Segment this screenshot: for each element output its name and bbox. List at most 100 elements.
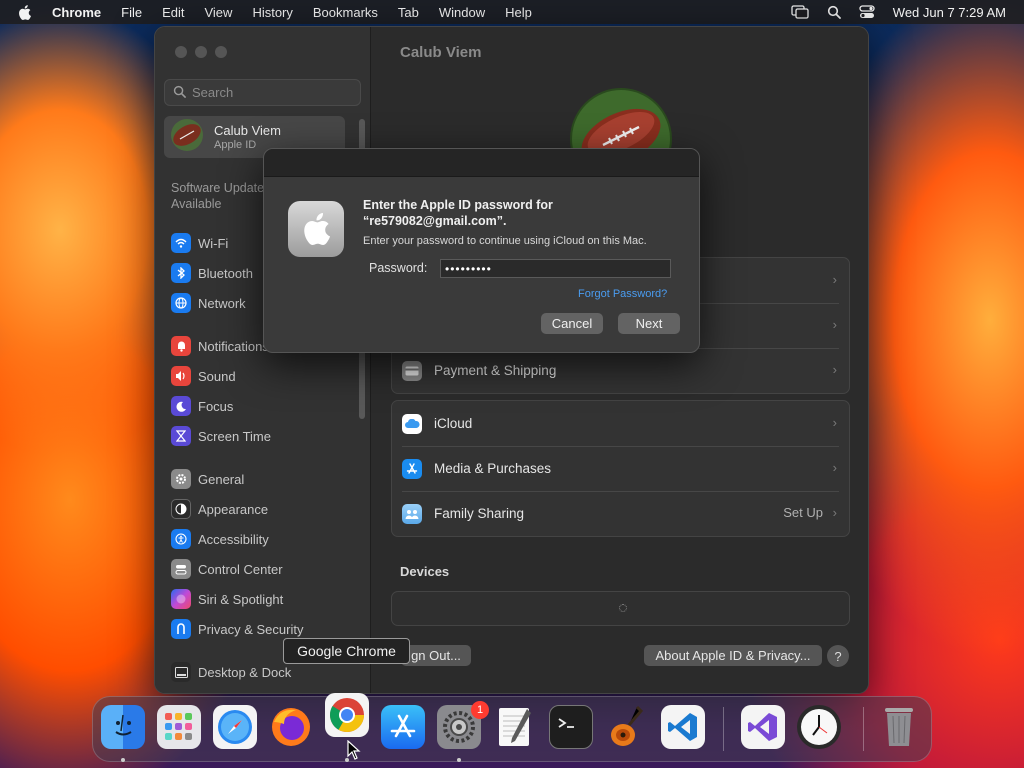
- dock-app-store-icon[interactable]: [381, 705, 425, 749]
- menu-view[interactable]: View: [204, 5, 232, 20]
- dock-launchpad-icon[interactable]: [157, 705, 201, 749]
- cancel-button[interactable]: Cancel: [541, 313, 603, 334]
- sidebar-item-label: General: [198, 471, 245, 487]
- sidebar-item-siri-spotlight[interactable]: Siri & Spotlight: [171, 589, 283, 609]
- zoom-window-button[interactable]: [215, 46, 227, 58]
- sidebar-item-label: Appearance: [198, 501, 269, 517]
- window-controls: [175, 46, 227, 58]
- media-purchases-row[interactable]: Media & Purchases ›: [392, 446, 849, 491]
- dock: 1: [92, 693, 932, 762]
- avatar: [170, 118, 204, 157]
- screen-mirroring-icon[interactable]: [791, 5, 809, 19]
- chevron-right-icon: ›: [832, 272, 837, 287]
- sidebar-item-sound[interactable]: Sound: [171, 366, 236, 386]
- help-button[interactable]: ?: [827, 645, 849, 667]
- icloud-row[interactable]: iCloud ›: [392, 401, 849, 446]
- account-name: Calub Viem: [214, 123, 281, 138]
- payment-shipping-row[interactable]: Payment & Shipping ›: [392, 348, 849, 393]
- dock-clock-icon[interactable]: [797, 705, 841, 749]
- general-icon: [171, 469, 191, 489]
- dock-trash-icon[interactable]: [877, 705, 921, 749]
- sidebar-item-label: Sound: [198, 368, 236, 384]
- sidebar-item-screen-time[interactable]: Screen Time: [171, 426, 271, 446]
- password-dialog: Enter the Apple ID password for “re57908…: [263, 148, 700, 353]
- apple-logo-icon: [288, 201, 344, 257]
- sidebar-item-label: Network: [198, 295, 246, 311]
- sidebar-item-appearance[interactable]: Appearance: [171, 499, 268, 519]
- sidebar-search[interactable]: [164, 79, 361, 106]
- sidebar-item-label: Accessibility: [198, 531, 269, 547]
- menu-clock[interactable]: Wed Jun 7 7:29 AM: [893, 5, 1006, 20]
- menu-file[interactable]: File: [121, 5, 142, 20]
- dock-separator: [723, 707, 724, 751]
- running-indicator: [121, 758, 125, 762]
- sidebar-item-privacy-security[interactable]: Privacy & Security: [171, 619, 303, 639]
- sidebar-item-network[interactable]: Network: [171, 293, 246, 313]
- dialog-title: Enter the Apple ID password for “re57908…: [363, 197, 553, 229]
- privacy-icon: [171, 619, 191, 639]
- apple-menu-icon[interactable]: [18, 4, 38, 20]
- desktop-dock-icon: [171, 662, 191, 682]
- sidebar-item-label: Screen Time: [198, 428, 271, 444]
- spotlight-search-icon[interactable]: [827, 5, 841, 19]
- sidebar-item-focus[interactable]: Focus: [171, 396, 233, 416]
- update-line-2: Available: [171, 197, 222, 211]
- search-icon: [173, 85, 186, 101]
- sign-out-button[interactable]: gn Out...: [401, 645, 471, 666]
- search-input[interactable]: [192, 85, 352, 100]
- family-sharing-row[interactable]: Family Sharing Set Up ›: [392, 491, 849, 536]
- dialog-description: Enter your password to continue using iC…: [363, 235, 647, 247]
- software-update-notice[interactable]: Software Update Available: [171, 180, 264, 212]
- dock-separator: [863, 707, 864, 751]
- dock-textedit-icon[interactable]: [493, 705, 537, 749]
- devices-list: [391, 591, 850, 626]
- menu-window[interactable]: Window: [439, 5, 485, 20]
- main-panel: Calub Viem › › Payment & Shipping › iClo…: [371, 27, 868, 693]
- control-center-icon[interactable]: [859, 5, 875, 19]
- network-icon: [171, 293, 191, 313]
- dialog-title-line-1: Enter the Apple ID password for: [363, 198, 553, 212]
- dock-terminal-icon[interactable]: [549, 705, 593, 749]
- family-sharing-icon: [402, 503, 422, 524]
- dock-chrome-icon[interactable]: [325, 693, 369, 737]
- dock-firefox-icon[interactable]: [269, 705, 313, 749]
- media-purchases-label: Media & Purchases: [434, 461, 552, 476]
- sidebar-item-general[interactable]: General: [171, 469, 244, 489]
- wifi-icon: [171, 233, 191, 253]
- sidebar-item-control-center[interactable]: Control Center: [171, 559, 283, 579]
- next-button[interactable]: Next: [618, 313, 680, 334]
- sidebar-item-label: Focus: [198, 398, 234, 414]
- sidebar-item-bluetooth[interactable]: Bluetooth: [171, 263, 253, 283]
- menu-app-name[interactable]: Chrome: [52, 5, 101, 20]
- menu-history[interactable]: History: [252, 5, 292, 20]
- sidebar: Calub Viem Apple ID Software Update Avai…: [155, 27, 371, 693]
- dock-garageband-icon[interactable]: [605, 705, 649, 749]
- loading-spinner-icon: [619, 604, 627, 612]
- credit-card-icon: [402, 360, 422, 381]
- devices-heading: Devices: [400, 564, 450, 579]
- sidebar-item-label: Desktop & Dock: [198, 664, 292, 680]
- icloud-label: iCloud: [434, 416, 473, 431]
- menu-bookmarks[interactable]: Bookmarks: [313, 5, 378, 20]
- system-settings-window: Calub Viem Apple ID Software Update Avai…: [154, 26, 869, 694]
- dock-visual-studio-icon[interactable]: [741, 705, 785, 749]
- menu-help[interactable]: Help: [505, 5, 532, 20]
- dock-finder-icon[interactable]: [101, 705, 145, 749]
- close-window-button[interactable]: [175, 46, 187, 58]
- password-field[interactable]: [440, 259, 671, 278]
- sidebar-item-notifications[interactable]: Notifications: [171, 336, 269, 356]
- payment-shipping-label: Payment & Shipping: [434, 363, 557, 378]
- dock-safari-icon[interactable]: [213, 705, 257, 749]
- about-apple-id-privacy-button[interactable]: About Apple ID & Privacy...: [644, 645, 822, 666]
- sidebar-item-wifi[interactable]: Wi-Fi: [171, 233, 228, 253]
- sidebar-item-desktop-dock[interactable]: Desktop & Dock: [171, 662, 291, 682]
- sidebar-item-accessibility[interactable]: Accessibility: [171, 529, 269, 549]
- chevron-right-icon: ›: [832, 460, 837, 475]
- menu-tab[interactable]: Tab: [398, 5, 419, 20]
- dock-vscode-icon[interactable]: [661, 705, 705, 749]
- menu-edit[interactable]: Edit: [162, 5, 184, 20]
- minimize-window-button[interactable]: [195, 46, 207, 58]
- forgot-password-link[interactable]: Forgot Password?: [578, 288, 667, 300]
- chevron-right-icon: ›: [832, 317, 837, 332]
- bluetooth-icon: [171, 263, 191, 283]
